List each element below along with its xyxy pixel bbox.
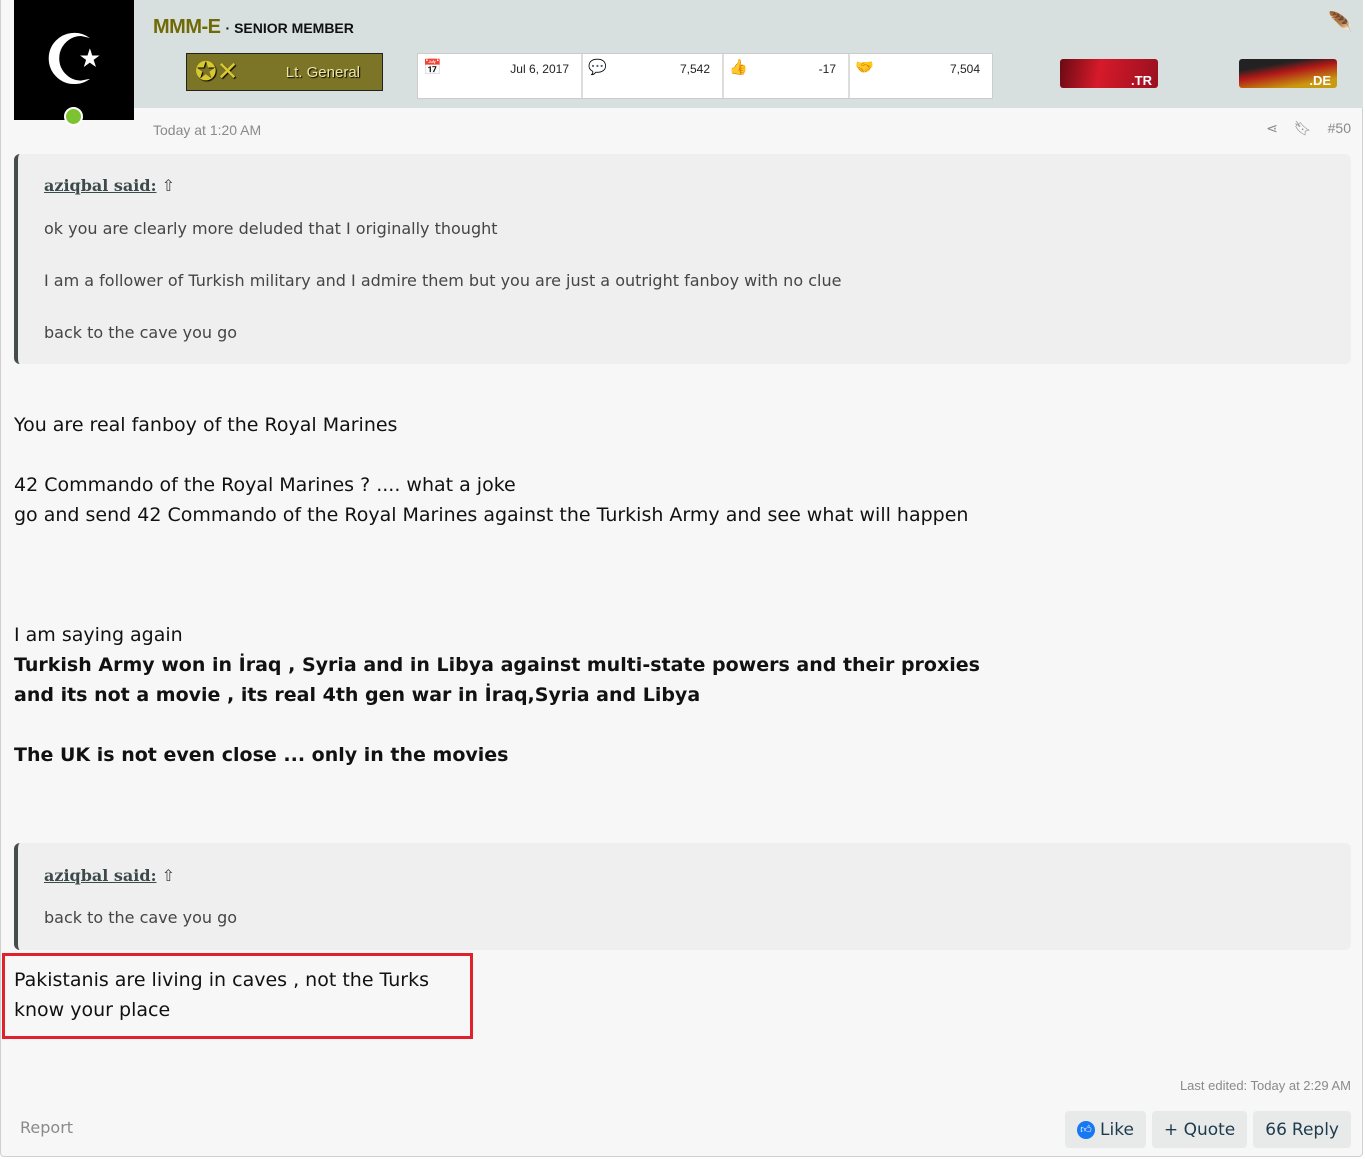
username[interactable]: MMM-E · SENIOR MEMBER [153,16,354,39]
post-text: Pakistanis are living in caves , not the… [14,969,430,991]
post-text-bold: The UK is not even close ... only in the… [14,744,509,766]
post-text: go and send 42 Commando of the Royal Mar… [14,504,969,526]
quote-marks-icon: 66 [1265,1119,1287,1140]
stat-messages: 💬 7,542 [583,54,724,98]
user-title: · SENIOR MEMBER [225,20,354,36]
stat-reactions: 👍 -17 [724,54,850,98]
stat-points: 🤝 7,504 [855,59,980,76]
post-text: know your place [14,999,171,1021]
rank-insignia-icon: ✪✕ [195,56,239,86]
handshake-icon: 🤝 [855,59,874,76]
jump-to-quote-icon[interactable]: ⇧ [162,866,175,885]
quote-button[interactable]: + Quote [1151,1111,1248,1148]
post-text: You are real fanboy of the Royal Marines [14,414,398,436]
calendar-icon: 📅 [423,59,442,76]
post-text: I am saying again [14,624,183,646]
post-tools: ⋖ 🔖︎ #50 [1266,120,1351,137]
avatar[interactable]: ☪ [14,0,134,120]
post-number[interactable]: #50 [1328,120,1351,137]
like-button[interactable]: 👍︎ Like [1065,1111,1146,1148]
thumbs-up-icon: 👍︎ [1077,1120,1096,1139]
online-status-icon [64,107,83,126]
post-actions: 👍︎ Like + Quote 66 Reply [1065,1111,1351,1148]
post-text-bold: Turkish Army won in İraq , Syria and in … [14,654,980,676]
messages-icon: 💬 [588,59,607,76]
jump-to-quote-icon[interactable]: ⇧ [162,176,175,195]
thumbs-up-icon: 👍 [729,59,748,76]
flag-tr: .TR [1060,59,1158,88]
flag-de: .DE [1239,59,1337,88]
rank-badge: ✪✕ Lt. General [186,53,383,91]
share-icon[interactable]: ⋖ [1266,120,1278,137]
reply-button[interactable]: 66 Reply [1253,1111,1351,1148]
quote-text: ok you are clearly more deluded that I o… [44,219,498,238]
quote-text: back to the cave you go [44,908,238,927]
report-link[interactable]: Report [20,1118,73,1137]
quote-block: aziqbal said: ⇧ back to the cave you go [14,843,1351,950]
user-stats: 📅 Jul 6, 2017 💬 7,542 👍 -17 🤝 7,504 [417,53,993,99]
quote-text: I am a follower of Turkish military and … [44,271,842,290]
last-edited: Last edited: Today at 2:29 AM [1179,1078,1351,1093]
bookmark-icon[interactable]: 🔖︎ [1294,120,1312,137]
quote-author-link[interactable]: aziqbal said: [44,866,156,885]
stat-joined: 📅 Jul 6, 2017 [418,54,583,98]
quote-block: aziqbal said: ⇧ ok you are clearly more … [14,154,1351,364]
quote-author-link[interactable]: aziqbal said: [44,176,156,195]
post-time[interactable]: Today at 1:20 AM [153,122,261,138]
feather-icon: 🪶 [1328,10,1353,34]
quote-text: back to the cave you go [44,323,238,342]
post-text-bold: and its not a movie , its real 4th gen w… [14,684,701,706]
post-text: 42 Commando of the Royal Marines ? .... … [14,474,516,496]
